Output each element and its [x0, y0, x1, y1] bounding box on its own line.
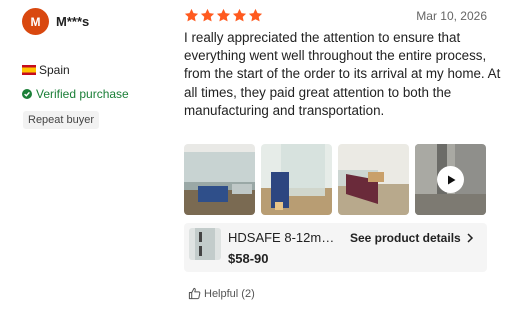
play-button[interactable] [437, 166, 464, 193]
product-card[interactable]: HDSAFE 8-12mm... $58-90 See product deta… [184, 223, 487, 272]
country-label: Spain [39, 63, 70, 77]
reviewer-name: M***s [56, 14, 90, 29]
star-icon [248, 8, 263, 22]
reviewer-info: M M***s Spain Verified purchase Repeat b… [22, 8, 172, 129]
verified-purchase: Verified purchase [22, 87, 129, 101]
photo-1 [184, 144, 255, 215]
helpful-button[interactable]: Helpful (2) [188, 287, 255, 300]
product-thumbnail [189, 228, 221, 260]
star-icon [232, 8, 247, 22]
photo-3 [338, 144, 409, 215]
review-photos [184, 144, 492, 215]
photo-2 [261, 144, 332, 215]
see-product-details-link[interactable]: See product details [350, 231, 474, 245]
product-image-icon [189, 228, 221, 260]
avatar: M [22, 8, 49, 35]
star-icon [184, 8, 199, 22]
review-photo-3[interactable] [338, 144, 409, 215]
product-price: $58-90 [228, 251, 269, 266]
product-name: HDSAFE 8-12mm... [228, 230, 338, 245]
reviewer-country: Spain [22, 63, 70, 77]
review-video[interactable] [415, 144, 486, 215]
verified-label: Verified purchase [36, 87, 129, 101]
star-rating [184, 8, 264, 23]
play-icon [447, 175, 455, 184]
review-photo-2[interactable] [261, 144, 332, 215]
verified-check-icon [22, 89, 32, 99]
reviewer-row: M M***s [22, 8, 172, 35]
review-photo-1[interactable] [184, 144, 255, 215]
review-text: I really appreciated the attention to en… [184, 30, 501, 118]
spain-flag-icon [22, 65, 36, 75]
thumbs-up-icon [188, 287, 201, 300]
helpful-label: Helpful (2) [204, 287, 255, 300]
chevron-right-icon [467, 233, 473, 243]
repeat-buyer-badge: Repeat buyer [23, 111, 100, 129]
star-icon [216, 8, 231, 22]
review-date: Mar 10, 2026 [416, 9, 487, 23]
star-icon [200, 8, 215, 22]
details-label: See product details [350, 231, 461, 245]
